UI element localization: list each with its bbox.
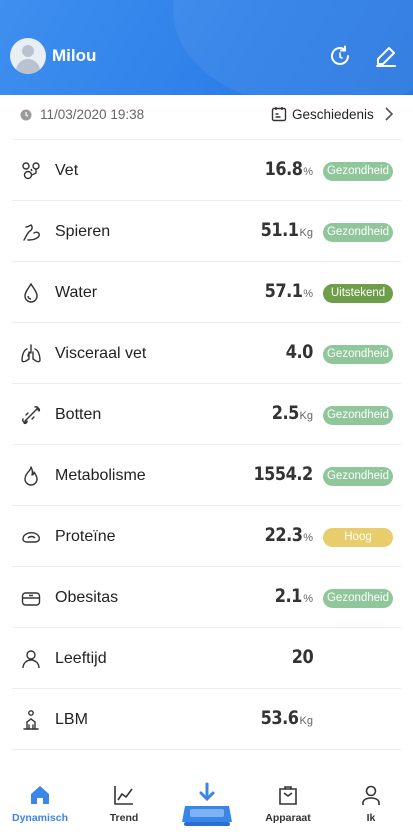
metric-value: 4.0 <box>285 341 314 363</box>
metric-label: Visceraal vet <box>55 345 147 362</box>
divider <box>12 749 401 750</box>
avatar[interactable] <box>10 38 46 74</box>
lungs-icon <box>20 343 42 365</box>
water-drop-icon <box>20 282 42 304</box>
tab-dynamisch[interactable]: Dynamisch <box>0 784 80 834</box>
chevron-right-icon[interactable] <box>384 107 394 121</box>
bottom-tab-bar: Dynamisch Trend Apparaat Ik <box>0 770 413 840</box>
bone-icon <box>20 404 42 426</box>
measurement-info-row: 11/03/2020 19:38 Geschiedenis <box>0 95 413 135</box>
status-badge: Gezondheid <box>323 345 393 364</box>
history-icon[interactable] <box>271 106 287 122</box>
metric-value: 53.6 <box>260 707 299 729</box>
metric-label: Obesitas <box>55 589 119 606</box>
metric-row[interactable]: Leeftijd 20 <box>12 627 401 688</box>
scale-body-icon <box>20 587 42 609</box>
status-badge: Uitstekend <box>323 284 393 303</box>
device-bag-icon <box>248 784 328 806</box>
metric-value: 57.1 <box>264 280 303 302</box>
metric-value: 51.1 <box>260 219 299 241</box>
metric-unit: Kg <box>299 227 313 239</box>
muscle-icon <box>20 221 42 243</box>
metric-label: Metabolisme <box>55 467 146 484</box>
metric-row[interactable]: Metabolisme 1554.2 Gezondheid <box>12 444 401 505</box>
status-badge: Gezondheid <box>323 223 393 242</box>
status-badge: Gezondheid <box>323 589 393 608</box>
metric-label: Vet <box>55 162 79 179</box>
metric-row[interactable]: Spieren 51.1Kg Gezondheid <box>12 200 401 261</box>
tab-label: Ik <box>366 812 376 824</box>
metric-row[interactable]: Water 57.1% Uitstekend <box>12 261 401 322</box>
flame-icon <box>20 465 42 487</box>
status-badge: Gezondheid <box>323 162 393 181</box>
metric-value-group: 4.0 <box>281 341 314 363</box>
metric-value-group: 1554.2 <box>243 463 314 485</box>
tab-label: Dynamisch <box>11 812 69 824</box>
tab-apparaat[interactable]: Apparaat <box>248 784 328 834</box>
fat-icon <box>20 160 42 182</box>
metric-value-group: 57.1% <box>258 280 313 302</box>
metric-label: LBM <box>55 711 88 728</box>
metric-unit: % <box>303 166 313 178</box>
metric-row[interactable]: Visceraal vet 4.0 Gezondheid <box>12 322 401 383</box>
protein-icon <box>20 526 42 548</box>
tab-trend[interactable]: Trend <box>84 784 164 834</box>
metric-value-group: 22.3% <box>258 524 313 546</box>
metric-value-group: 20 <box>288 646 314 668</box>
refresh-icon[interactable] <box>328 44 352 68</box>
metric-value: 1554.2 <box>253 463 314 485</box>
profile-icon <box>331 784 411 806</box>
clock-icon <box>20 109 32 121</box>
metric-unit: % <box>303 532 313 544</box>
metric-value: 22.3 <box>264 524 303 546</box>
metric-value-group: 16.8% <box>258 158 313 180</box>
metric-row[interactable]: Botten 2.5Kg Gezondheid <box>12 383 401 444</box>
metric-label: Proteïne <box>55 528 116 545</box>
metric-row[interactable]: Proteïne 22.3% Hoog <box>12 505 401 566</box>
metric-value-group: 2.1% <box>270 585 313 607</box>
metric-value-group: 2.5Kg <box>267 402 313 424</box>
metric-unit: Kg <box>299 410 313 422</box>
metrics-list: Vet 16.8% Gezondheid Spieren 51.1Kg Gezondhei… <box>12 139 401 750</box>
metric-value: 2.5 <box>271 402 299 424</box>
metric-unit: Kg <box>299 715 313 727</box>
status-badge: Hoog <box>323 528 393 547</box>
scale-download-icon[interactable] <box>181 782 233 828</box>
metric-value: 20 <box>291 646 314 668</box>
metric-unit: % <box>303 593 313 605</box>
history-link[interactable]: Geschiedenis <box>292 107 374 122</box>
measurement-datetime: 11/03/2020 19:38 <box>40 107 145 122</box>
tab-ik[interactable]: Ik <box>331 784 411 834</box>
metric-row[interactable]: LBM 53.6Kg <box>12 688 401 749</box>
metric-value-group: 53.6Kg <box>254 707 313 729</box>
metric-value: 2.1 <box>275 585 303 607</box>
username: Milou <box>52 46 97 65</box>
metric-label: Botten <box>55 406 102 423</box>
metric-label: Water <box>55 284 98 301</box>
metric-value: 16.8 <box>264 158 303 180</box>
metric-unit: % <box>303 288 313 300</box>
profile-header: Milou <box>0 0 413 95</box>
metric-label: Leeftijd <box>55 650 107 667</box>
metric-row[interactable]: Vet 16.8% Gezondheid <box>12 139 401 200</box>
person-icon <box>20 648 42 670</box>
metric-label: Spieren <box>55 223 111 240</box>
metric-row[interactable]: Obesitas 2.1% Gezondheid <box>12 566 401 627</box>
lean-body-icon <box>20 709 42 731</box>
trend-chart-icon <box>84 784 164 806</box>
status-badge: Gezondheid <box>323 406 393 425</box>
home-icon <box>0 784 80 806</box>
tab-label: Apparaat <box>265 812 311 824</box>
metric-value-group: 51.1Kg <box>254 219 313 241</box>
edit-icon[interactable] <box>374 44 398 68</box>
status-badge: Gezondheid <box>323 467 393 486</box>
tab-label: Trend <box>109 812 139 824</box>
